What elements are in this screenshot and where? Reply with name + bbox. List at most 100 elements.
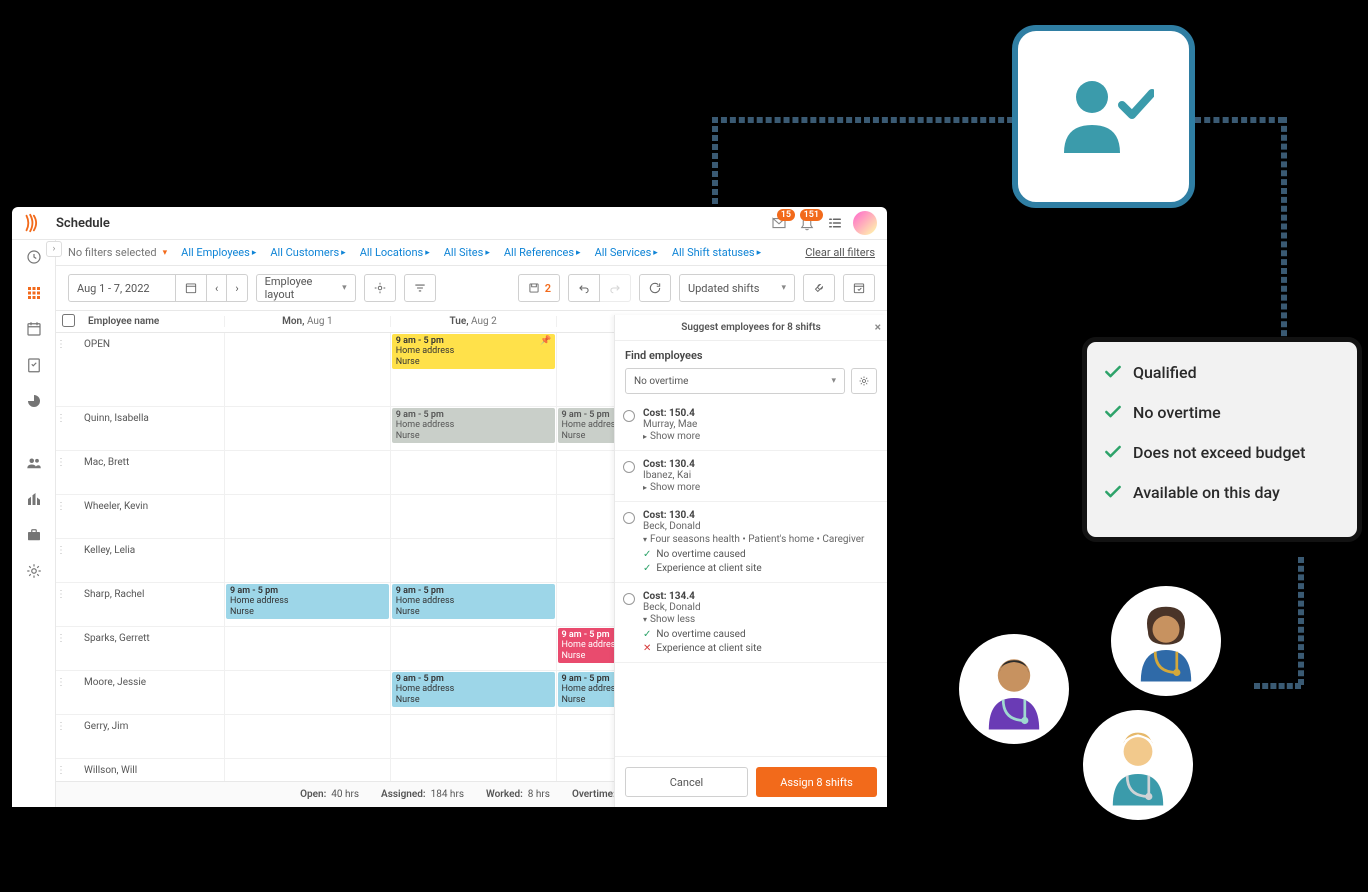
avatar-illustration — [1111, 586, 1221, 696]
updated-shifts-select[interactable]: Updated shifts▾ — [679, 274, 795, 302]
connector-line — [712, 117, 718, 213]
row-drag-handle[interactable]: ⋮ — [56, 539, 66, 582]
nav-people-icon[interactable] — [23, 452, 45, 474]
day-cell[interactable] — [224, 671, 390, 714]
day-cell[interactable] — [224, 333, 390, 406]
layout-settings-button[interactable] — [364, 274, 396, 302]
prev-week-button[interactable]: ‹ — [206, 274, 227, 302]
row-drag-handle[interactable]: ⋮ — [56, 627, 66, 670]
day-cell[interactable] — [224, 715, 390, 758]
show-more-toggle[interactable]: Show more — [643, 431, 877, 442]
filter-references[interactable]: All References — [504, 246, 581, 259]
refresh-button[interactable] — [639, 274, 671, 302]
day-cell[interactable] — [224, 495, 390, 538]
cost-label: Cost: 150.4 — [643, 408, 877, 419]
row-drag-handle[interactable]: ⋮ — [56, 333, 66, 406]
nav-schedule-icon[interactable] — [23, 282, 45, 304]
day-cell[interactable] — [224, 407, 390, 450]
date-picker-button[interactable] — [175, 274, 207, 302]
show-more-toggle[interactable]: Show less — [643, 614, 877, 625]
filter-sites[interactable]: All Sites — [444, 246, 490, 259]
day-cell[interactable]: 9 am - 5 pmHome addressNurse — [390, 407, 556, 450]
filter-settings-button[interactable] — [404, 274, 436, 302]
filter-customers[interactable]: All Customers — [270, 246, 345, 259]
save-changes-button[interactable]: 2 — [518, 274, 560, 302]
layout-select[interactable]: Employee layout▾ — [256, 274, 356, 302]
row-drag-handle[interactable]: ⋮ — [56, 759, 66, 781]
nav-calendar-icon[interactable] — [23, 318, 45, 340]
calendar-action-button[interactable] — [843, 274, 875, 302]
select-employee-radio[interactable] — [623, 410, 635, 422]
row-drag-handle[interactable]: ⋮ — [56, 583, 66, 626]
show-more-toggle[interactable]: Four seasons health • Patient's home • C… — [643, 533, 877, 545]
badge-count: 151 — [800, 209, 823, 221]
date-range-field[interactable]: Aug 1 - 7, 2022 — [68, 274, 176, 302]
column-employee-name: Employee name — [80, 316, 224, 327]
filter-shift-statuses[interactable]: All Shift statuses — [672, 246, 761, 259]
day-cell[interactable] — [390, 759, 556, 781]
expand-handle[interactable]: › — [46, 241, 62, 257]
day-cell[interactable]: 9 am - 5 pmHome addressNurse📌 — [390, 333, 556, 406]
day-cell[interactable] — [224, 451, 390, 494]
overtime-filter-select[interactable]: No overtime▾ — [625, 368, 845, 394]
cancel-button[interactable]: Cancel — [625, 767, 748, 797]
redo-button[interactable] — [599, 274, 631, 302]
tools-button[interactable] — [803, 274, 835, 302]
day-cell[interactable] — [390, 715, 556, 758]
nav-tasks-icon[interactable] — [23, 354, 45, 376]
filter-services[interactable]: All Services — [595, 246, 658, 259]
day-cell[interactable] — [224, 627, 390, 670]
undo-button[interactable] — [568, 274, 600, 302]
employee-suggestion-name: Murray, Mae — [643, 419, 877, 430]
filters-selected-dropdown[interactable]: No filters selected — [68, 246, 167, 259]
select-employee-radio[interactable] — [623, 461, 635, 473]
clear-filters-link[interactable]: Clear all filters — [805, 246, 875, 259]
day-cell[interactable] — [224, 759, 390, 781]
close-icon[interactable]: × — [875, 320, 881, 334]
nav-reports-icon[interactable] — [23, 390, 45, 412]
nav-dashboard-icon[interactable] — [23, 246, 45, 268]
day-cell[interactable] — [390, 495, 556, 538]
shift-block[interactable]: 9 am - 5 pmHome addressNurse — [392, 672, 555, 707]
employee-name: Quinn, Isabella — [80, 407, 224, 450]
select-all-checkbox[interactable] — [62, 314, 75, 327]
row-drag-handle[interactable]: ⋮ — [56, 671, 66, 714]
list-icon[interactable] — [821, 209, 849, 237]
show-more-toggle[interactable]: Show more — [643, 482, 877, 493]
day-cell[interactable] — [390, 451, 556, 494]
filter-employees[interactable]: All Employees — [181, 246, 256, 259]
select-employee-radio[interactable] — [623, 593, 635, 605]
panel-settings-button[interactable] — [851, 368, 877, 394]
shift-block[interactable]: 9 am - 5 pmHome addressNurse — [392, 584, 555, 619]
day-cell[interactable]: 9 am - 5 pmHome addressNurse — [390, 583, 556, 626]
row-drag-handle[interactable]: ⋮ — [56, 715, 66, 758]
suggestion-item: Cost: 130.4 Beck, DonaldFour seasons hea… — [615, 502, 887, 583]
row-drag-handle[interactable]: ⋮ — [56, 495, 66, 538]
employee-suggestion-name: Ibanez, Kai — [643, 470, 877, 481]
nav-locations-icon[interactable] — [23, 488, 45, 510]
user-avatar[interactable] — [853, 211, 877, 235]
day-cell[interactable] — [390, 539, 556, 582]
messages-icon[interactable]: 15 — [765, 209, 793, 237]
day-cell[interactable] — [224, 539, 390, 582]
connector-line — [1281, 117, 1287, 345]
shift-block[interactable]: 9 am - 5 pmHome addressNurse📌 — [392, 334, 555, 369]
row-drag-handle[interactable]: ⋮ — [56, 451, 66, 494]
shift-block[interactable]: 9 am - 5 pmHome addressNurse — [226, 584, 389, 619]
cost-label: Cost: 134.4 — [643, 591, 877, 602]
day-cell[interactable] — [390, 627, 556, 670]
assign-button[interactable]: Assign 8 shifts — [756, 767, 877, 797]
row-drag-handle[interactable]: ⋮ — [56, 407, 66, 450]
notifications-icon[interactable]: 151 — [793, 209, 821, 237]
nav-briefcase-icon[interactable] — [23, 524, 45, 546]
criteria-item: Qualified — [1103, 362, 1341, 382]
nav-settings-icon[interactable] — [23, 560, 45, 582]
filter-locations[interactable]: All Locations — [360, 246, 430, 259]
day-cell[interactable]: 9 am - 5 pmHome addressNurse — [224, 583, 390, 626]
connector-line — [1195, 117, 1284, 123]
select-employee-radio[interactable] — [623, 512, 635, 524]
next-week-button[interactable]: › — [226, 274, 247, 302]
shift-block[interactable]: 9 am - 5 pmHome addressNurse — [392, 408, 555, 443]
panel-title: Suggest employees for 8 shifts × — [615, 315, 887, 341]
day-cell[interactable]: 9 am - 5 pmHome addressNurse — [390, 671, 556, 714]
